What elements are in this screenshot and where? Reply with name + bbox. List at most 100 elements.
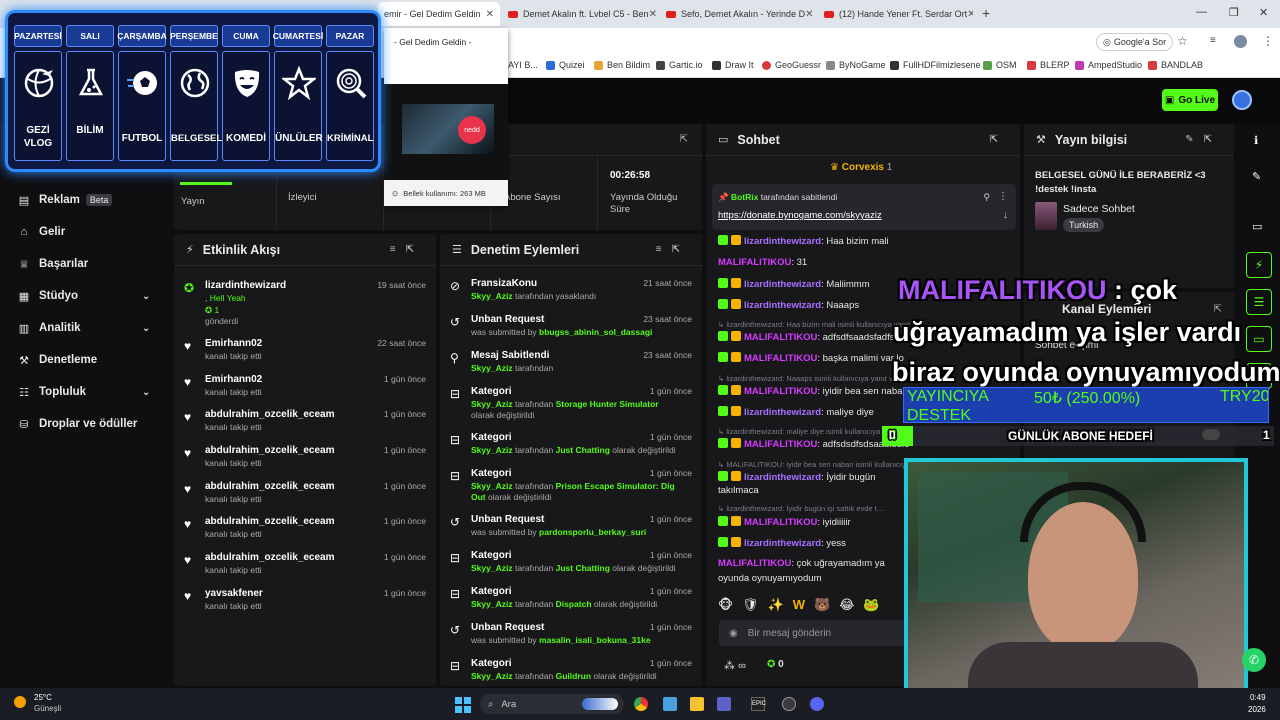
activity-user[interactable]: Emirhann02 [205,374,262,385]
sidebar-item-analitik[interactable]: ▥ Analitik ⌄ [18,318,168,338]
sidebar-item-gelir[interactable]: ⌂ Gelir [18,222,66,242]
chrome-taskbar-icon[interactable] [634,697,648,711]
bookmark-item[interactable]: AYI B... [508,60,538,70]
menu-kebab-icon[interactable]: ⋮ [1262,34,1274,48]
app-taskbar-icon[interactable] [663,697,677,711]
chat-user[interactable]: MALIFALITIKOU [744,439,817,450]
chat-footer-points[interactable]: ⁂ ∞ [724,659,746,672]
category-name[interactable]: Just Chatting [556,445,610,455]
close-window-icon[interactable]: ✕ [1259,6,1268,19]
moderator-name[interactable]: Skyy_Aziz [471,563,513,573]
pencil-icon[interactable]: ✎ [1252,170,1261,183]
chat-user[interactable]: lizardinthewizard [744,300,821,311]
close-tab-icon[interactable]: ✕ [486,9,494,20]
quick-action-chat[interactable]: ▭ [1246,326,1272,352]
new-tab-button[interactable]: + [982,5,990,21]
emote[interactable]: W [793,597,814,612]
bookmark-item[interactable]: BLERP [1027,60,1070,70]
bookmark-item[interactable]: Quizei [546,60,585,70]
emote[interactable]: 🐸 [863,597,888,612]
teams-taskbar-icon[interactable] [717,697,731,711]
chat-user[interactable]: lizardinthewizard [744,236,821,247]
discord-taskbar-icon[interactable] [810,697,824,711]
chat-user[interactable]: MALIFALITIKOU [744,332,817,343]
panel-tools[interactable]: ≡⇱ [656,244,690,255]
bookmark-item[interactable]: FullHDFilmizlesene [890,60,981,70]
go-live-button[interactable]: ▣ Go Live [1162,89,1218,111]
browser-tab[interactable]: Sefo, Demet Akalın - Yerinde D ✕ [660,2,815,26]
moderator-name[interactable]: Skyy_Aziz [471,445,513,455]
stream-category[interactable]: Sadece Sohbet [1063,203,1135,215]
moderator-name[interactable]: Skyy_Aziz [471,481,513,491]
activity-user[interactable]: abdulrahim_ozcelik_eceam [205,552,335,563]
google-ask-button[interactable]: ◎ Google'a Sor [1096,33,1174,51]
emote-bar[interactable]: 🐵🛡✨W🐻😂🐸 [718,597,889,613]
requester-name[interactable]: masalin_isali_bokuna_31ke [539,635,651,645]
activity-user[interactable]: yavsakfener [205,588,263,599]
browser-tab-active[interactable]: emir - Gel Dedim Geldin ✕ [378,2,500,26]
top-chatter[interactable]: ♛ Corvexis 1 [830,162,892,173]
browser-tab[interactable]: Demet Akalın ft. Lvbel C5 - Ben ✕ [502,2,657,26]
category-thumbnail[interactable] [1035,202,1057,230]
activity-user[interactable]: abdulrahim_ozcelik_eceam [205,409,335,420]
epic-games-taskbar-icon[interactable]: EPIC [751,697,766,711]
activity-user[interactable]: abdulrahim_ozcelik_eceam [205,481,335,492]
chat-user[interactable]: lizardinthewizard [744,279,821,290]
emote-picker-icon[interactable]: ◉ [729,628,738,639]
chat-user[interactable]: MALIFALITIKOU [718,257,791,268]
moderator-name[interactable]: Skyy_Aziz [471,599,513,609]
activity-user[interactable]: abdulrahim_ozcelik_eceam [205,445,335,456]
sidebar-item-topluluk[interactable]: ☷ Topluluk ⌄ [18,382,168,402]
quick-action-list[interactable]: ☰ [1246,289,1272,315]
close-tab-icon[interactable]: ✕ [649,9,657,20]
sidebar-item-studyo[interactable]: ▦ Stüdyo ⌄ [18,286,168,306]
edit-expand-icons[interactable]: ✎⇱ [1185,134,1222,145]
kebab-icon[interactable]: ⋮ [998,191,1008,202]
restore-icon[interactable]: ❐ [1229,6,1239,19]
bookmark-item[interactable]: AmpedStudio [1075,60,1142,70]
expand-icon[interactable]: ⇱ [1214,304,1222,315]
moderator-name[interactable]: Skyy_Aziz [471,363,513,373]
close-tab-icon[interactable]: ✕ [805,9,813,20]
chat-user[interactable]: lizardinthewizard [744,538,821,549]
whatsapp-icon[interactable]: ✆ [1242,648,1266,672]
sidebar-item-droplar[interactable]: ⛁ Droplar ve ödüller [18,414,137,434]
card-icon[interactable]: ▭ [1252,220,1262,233]
chat-user[interactable]: lizardinthewizard [744,407,821,418]
bookmark-item[interactable]: Gartic.io [656,60,703,70]
chat-user[interactable]: MALIFALITIKOU [744,353,817,364]
requester-name[interactable]: bbugss_abinin_sol_dassagi [539,327,652,337]
minimize-icon[interactable]: — [1196,6,1207,18]
bookmark-item[interactable]: OSM [983,60,1017,70]
info-icon[interactable]: ℹ [1254,134,1258,147]
pinned-user[interactable]: BotRix [731,192,758,202]
browser-tab[interactable]: (12) Hande Yener Ft. Serdar Ort ✕ [818,2,973,26]
collapse-arrow-icon[interactable]: ↓ [1003,210,1008,221]
panel-tools[interactable]: ≡⇱ [390,244,424,255]
activity-user[interactable]: Emirhann02 [205,338,262,349]
category-name[interactable]: Storage Hunter Simulator [556,399,659,409]
requester-name[interactable]: pardonsporlu_berkay_suri [539,527,646,537]
emote[interactable]: 🐻 [814,597,839,612]
emote[interactable]: 🐵 [718,597,742,612]
emote[interactable]: 😂 [839,597,863,612]
chat-user[interactable]: MALIFALITIKOU [744,517,817,528]
emote[interactable]: ✨ [768,597,793,612]
activity-user[interactable]: abdulrahim_ozcelik_eceam [205,516,335,527]
quick-action-lightning[interactable]: ⚡ [1246,252,1272,278]
expand-icon[interactable]: ⇱ [680,134,688,145]
close-tab-icon[interactable]: ✕ [967,9,973,20]
windows-start-icon[interactable] [455,697,471,713]
weather-temp[interactable]: 25°C [34,693,52,702]
chat-user[interactable]: lizardinthewizard [744,472,821,483]
chat-user[interactable]: MALIFALITIKOU [718,558,791,569]
bookmark-item[interactable]: ByNoGame [826,60,886,70]
bookmark-item[interactable]: Ben Bildim [594,60,650,70]
sidebar-item-basarilar[interactable]: ♕ Başarılar [18,254,88,274]
activity-user[interactable]: lizardinthewizard [205,280,286,291]
goal-toggle[interactable] [1202,429,1220,440]
moderator-name[interactable]: Skyy_Aziz [471,291,513,301]
chat-footer-kicks[interactable]: ✪ 0 [767,659,784,670]
category-name[interactable]: Dispatch [556,599,592,609]
sidebar-item-reklam[interactable]: ▤ Reklam Beta [18,190,113,210]
